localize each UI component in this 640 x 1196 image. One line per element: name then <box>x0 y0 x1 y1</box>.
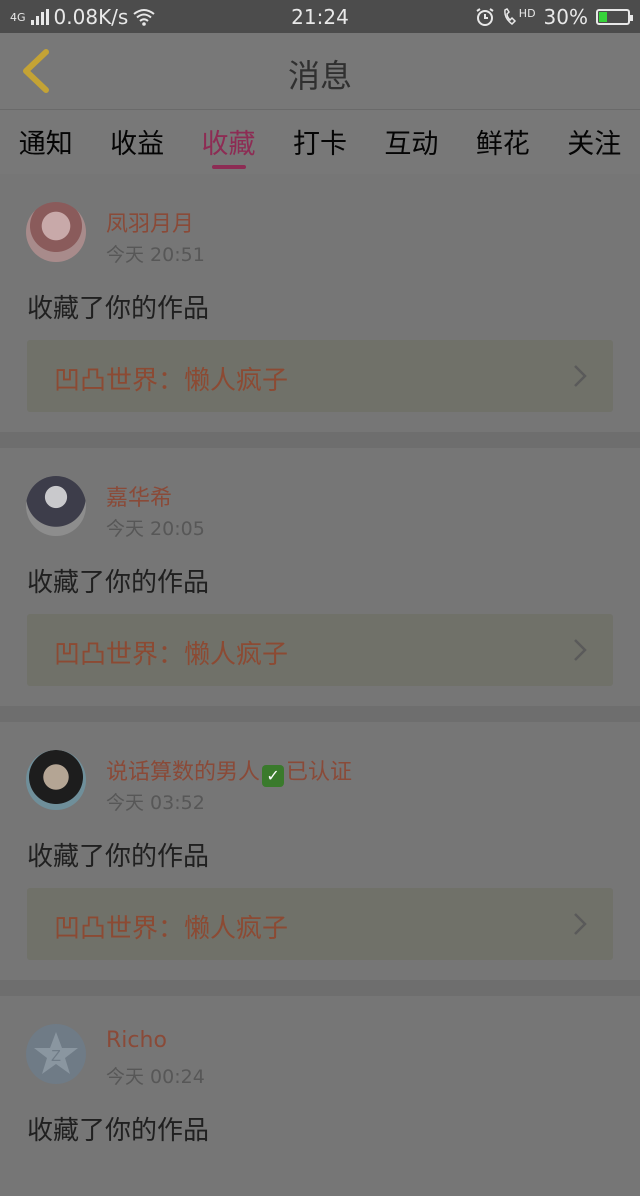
status-right: HD 30% <box>475 5 633 29</box>
header: 消息 <box>0 33 640 110</box>
avatar[interactable] <box>26 476 86 536</box>
tab-favorites[interactable]: 收藏 <box>202 110 256 174</box>
hd-call-icon: HD <box>503 6 536 26</box>
chevron-right-icon <box>574 913 587 935</box>
chevron-right-icon <box>574 639 587 661</box>
timestamp: 今天 20:51 <box>106 244 205 266</box>
work-title: 凹凸世界：懒人疯子 <box>54 640 289 670</box>
battery-icon <box>596 9 633 25</box>
verified-label: 已认证 <box>286 760 353 785</box>
work-title: 凹凸世界：懒人疯子 <box>54 366 289 396</box>
tab-label: 鲜花 <box>475 129 530 160</box>
tab-label: 互动 <box>384 129 439 160</box>
tab-bar: 通知 收益 收藏 打卡 互动 鲜花 关注 <box>0 110 640 174</box>
username-text: 说话算数的男人 <box>106 760 261 785</box>
tab-label: 收益 <box>110 129 165 160</box>
action-text: 收藏了你的作品 <box>27 568 210 598</box>
avatar[interactable] <box>26 750 86 810</box>
tab-follow[interactable]: 关注 <box>567 110 621 174</box>
work-link[interactable]: 凹凸世界：懒人疯子 <box>27 340 613 412</box>
work-title: 凹凸世界：懒人疯子 <box>54 914 289 944</box>
username[interactable]: 说话算数的男人 ✓ 已认证 <box>106 754 352 787</box>
action-text: 收藏了你的作品 <box>27 294 210 324</box>
page-title: 消息 <box>287 57 352 95</box>
battery-percent: 30% <box>543 5 588 29</box>
chevron-right-icon <box>574 365 587 387</box>
active-tab-indicator <box>211 165 246 169</box>
username[interactable]: 凤羽月月 <box>106 206 194 238</box>
message-card: 凤羽月月 今天 20:51 收藏了你的作品 凹凸世界：懒人疯子 <box>0 174 640 448</box>
timestamp: 今天 20:05 <box>106 518 205 540</box>
tab-label: 打卡 <box>292 129 347 160</box>
username[interactable]: 嘉华希 <box>106 480 172 512</box>
tab-label: 通知 <box>18 129 73 160</box>
avatar[interactable] <box>26 202 86 262</box>
message-list: 凤羽月月 今天 20:51 收藏了你的作品 凹凸世界：懒人疯子 嘉华希 今天 2… <box>0 174 640 1196</box>
status-bar: 4G 0.08K/s 21:24 HD 30% <box>0 0 640 33</box>
action-text: 收藏了你的作品 <box>27 842 210 872</box>
tab-label: 关注 <box>567 129 622 160</box>
timestamp: 今天 03:52 <box>106 792 205 814</box>
alarm-icon <box>476 8 494 26</box>
svg-text:Z: Z <box>51 1048 61 1065</box>
tab-flowers[interactable]: 鲜花 <box>476 110 530 174</box>
default-avatar-icon: Z <box>34 1032 78 1074</box>
tab-checkin[interactable]: 打卡 <box>293 110 347 174</box>
verified-check-icon: ✓ <box>262 765 285 787</box>
username[interactable]: Richo <box>106 1028 167 1053</box>
work-link[interactable]: 凹凸世界：懒人疯子 <box>27 888 613 960</box>
tab-earnings[interactable]: 收益 <box>110 110 164 174</box>
action-text: 收藏了你的作品 <box>27 1116 210 1146</box>
avatar[interactable]: Z <box>26 1024 86 1084</box>
message-card: 嘉华希 今天 20:05 收藏了你的作品 凹凸世界：懒人疯子 <box>0 448 640 722</box>
tab-label: 收藏 <box>201 129 256 160</box>
hd-label: HD <box>518 6 536 20</box>
tab-interaction[interactable]: 互动 <box>384 110 438 174</box>
work-link[interactable]: 凹凸世界：懒人疯子 <box>27 614 613 686</box>
message-card: Z Richo 今天 00:24 收藏了你的作品 <box>0 996 640 1196</box>
tab-notify[interactable]: 通知 <box>19 110 73 174</box>
timestamp: 今天 00:24 <box>106 1066 205 1088</box>
message-card: 说话算数的男人 ✓ 已认证 今天 03:52 收藏了你的作品 凹凸世界：懒人疯子 <box>0 722 640 996</box>
